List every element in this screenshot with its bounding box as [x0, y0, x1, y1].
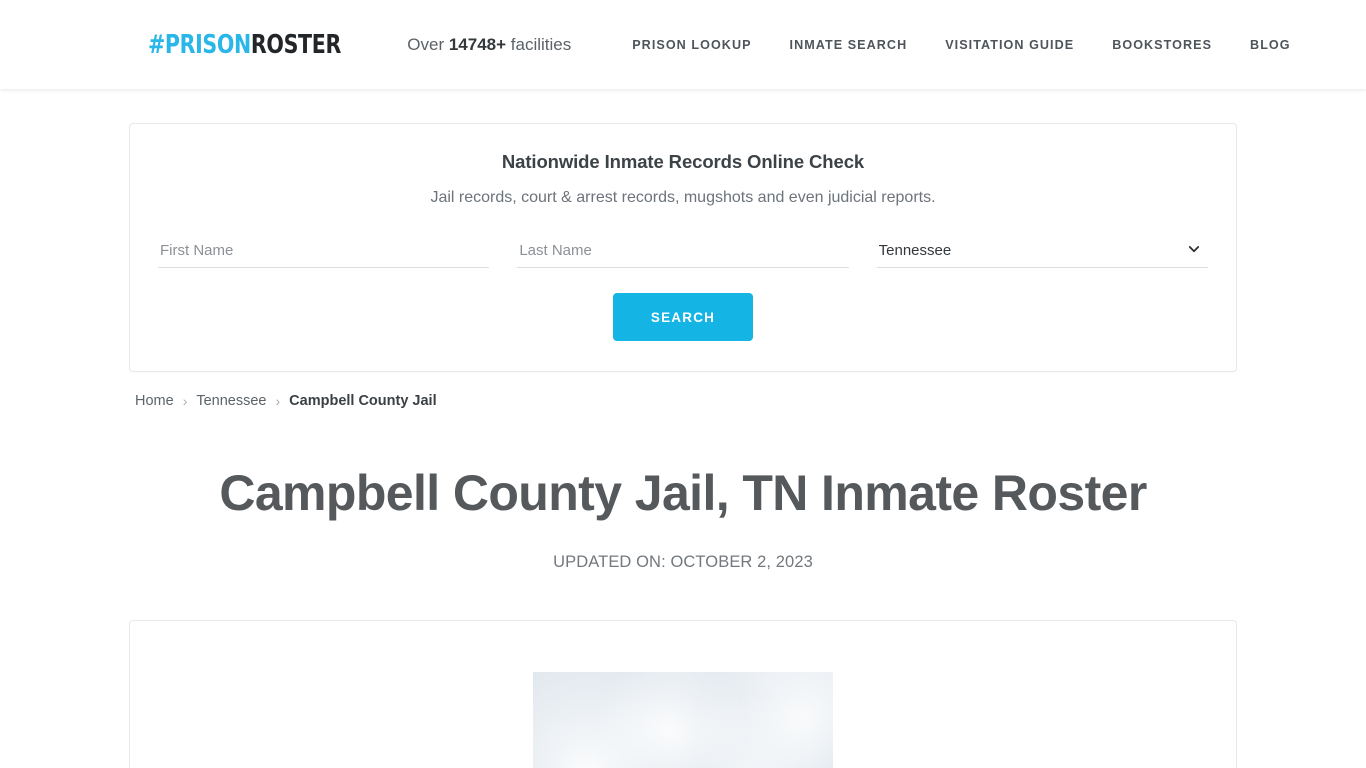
state-field: Tennessee [876, 238, 1208, 268]
breadcrumb-item-current: Campbell County Jail [289, 393, 437, 409]
facility-photo [533, 672, 833, 768]
title-block: Campbell County Jail, TN Inmate Roster U… [129, 463, 1237, 572]
page-title: Campbell County Jail, TN Inmate Roster [219, 465, 1147, 521]
facility-details-card [129, 620, 1237, 768]
facilities-number: 14748+ [448, 34, 507, 54]
first-name-field [158, 238, 490, 268]
breadcrumb-item-tennessee[interactable]: Tennessee [196, 393, 266, 409]
search-button[interactable]: SEARCH [613, 293, 753, 341]
search-card-subtitle: Jail records, court & arrest records, mu… [430, 189, 936, 206]
search-button-row: SEARCH [158, 293, 1208, 341]
search-fields-row: Tennessee [158, 238, 1208, 268]
breadcrumb-separator-icon: › [275, 393, 281, 409]
content-container: Nationwide Inmate Records Online Check J… [129, 123, 1237, 768]
nav-item-inmate-search[interactable]: INMATE SEARCH [771, 38, 927, 52]
page-body: Nationwide Inmate Records Online Check J… [0, 123, 1366, 768]
nav-item-visitation-guide[interactable]: VISITATION GUIDE [926, 38, 1093, 52]
breadcrumb-item-home[interactable]: Home [135, 393, 174, 409]
nav-item-bookstores[interactable]: BOOKSTORES [1093, 38, 1231, 52]
logo-rest-text: ROSTER [250, 29, 341, 60]
nav-item-blog[interactable]: BLOG [1231, 38, 1310, 52]
logo-hash-text: #PRISON [148, 29, 251, 60]
updated-on-label: UPDATED ON: OCTOBER 2, 2023 [553, 553, 813, 571]
site-logo[interactable]: #PRISONROSTER [148, 30, 341, 60]
facilities-count-label: Over 14748+ facilities [407, 35, 571, 55]
header-inner: #PRISONROSTER Over 14748+ facilities PRI… [0, 30, 1366, 60]
search-select-state[interactable]: Tennessee [876, 238, 1208, 268]
search-input-last-name[interactable] [517, 238, 849, 268]
last-name-field [517, 238, 849, 268]
search-card-title: Nationwide Inmate Records Online Check [501, 151, 865, 172]
inmate-search-card: Nationwide Inmate Records Online Check J… [129, 123, 1237, 372]
main-navigation: PRISON LOOKUP INMATE SEARCH VISITATION G… [613, 38, 1309, 52]
site-header: #PRISONROSTER Over 14748+ facilities PRI… [0, 0, 1366, 89]
breadcrumb-separator-icon: › [182, 393, 188, 409]
facilities-suffix: facilities [506, 34, 572, 54]
nav-item-prison-lookup[interactable]: PRISON LOOKUP [613, 38, 770, 52]
breadcrumb: Home › Tennessee › Campbell County Jail [129, 393, 1237, 409]
facilities-prefix: Over [407, 34, 449, 54]
search-input-first-name[interactable] [158, 238, 490, 268]
